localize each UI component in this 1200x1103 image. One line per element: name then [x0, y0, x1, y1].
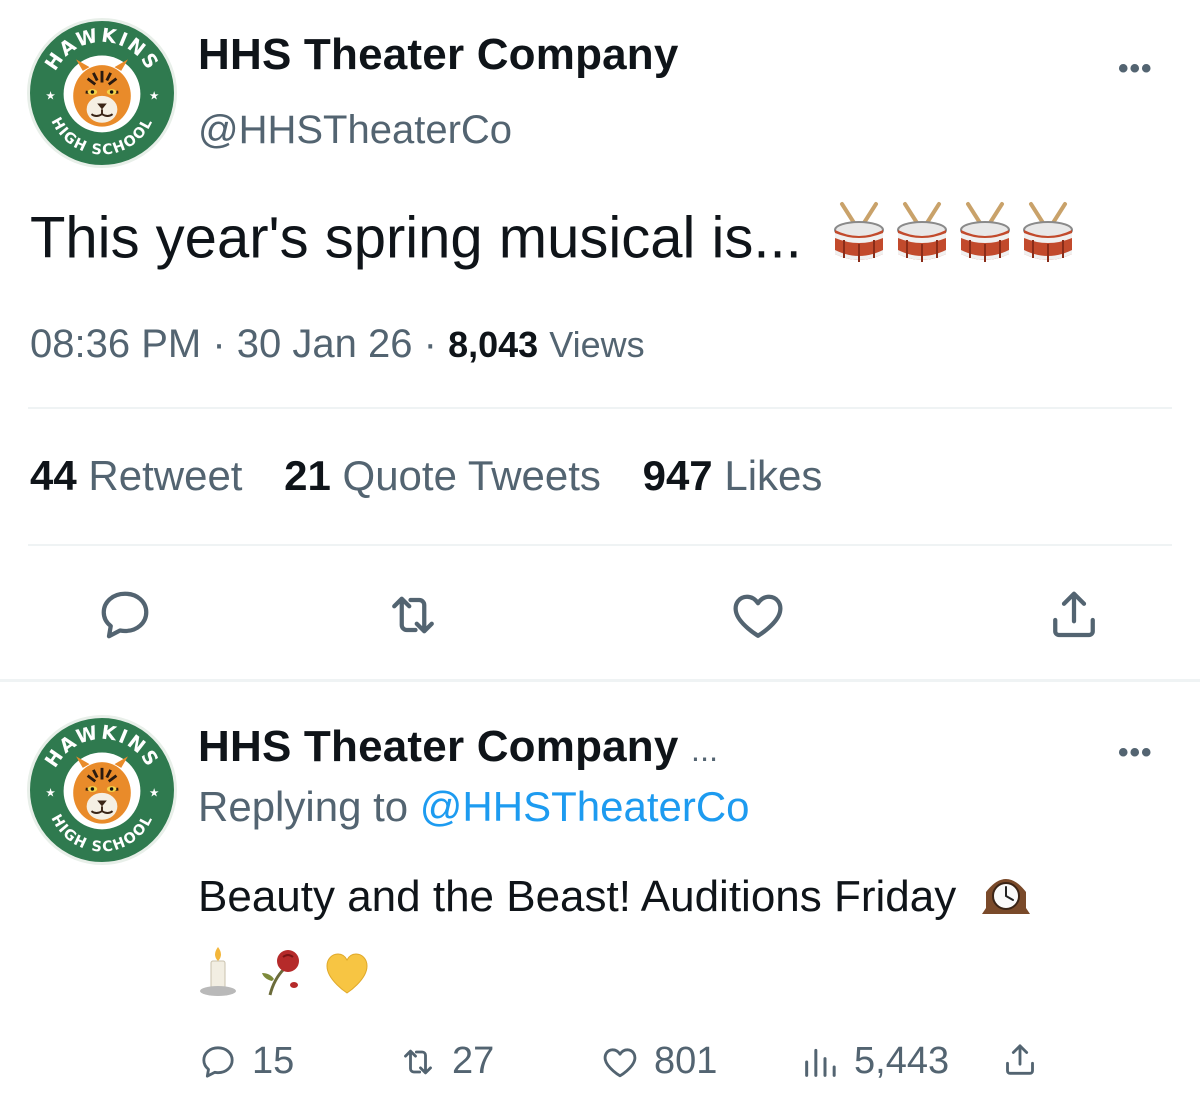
- tweet-text-line: This year's spring musical is...: [30, 200, 1082, 284]
- reply-views-button[interactable]: 5,443: [800, 1040, 949, 1083]
- divider: [28, 544, 1172, 546]
- reply-icon: [101, 591, 149, 639]
- replying-to-line: Replying to @HHSTheaterCo: [198, 783, 750, 831]
- svg-text:★: ★: [149, 91, 159, 103]
- yellow-heart-icon: [326, 953, 368, 994]
- author-name[interactable]: HHS Theater Company: [198, 30, 679, 80]
- hawkins-logo-icon: HAWKINS HIGH SCHOOL ★ ★: [32, 720, 172, 860]
- svg-text:★: ★: [45, 91, 55, 103]
- avatar[interactable]: HAWKINS HIGH SCHOOL ★ ★: [27, 18, 177, 168]
- likes-count: 947: [642, 452, 713, 499]
- like-button[interactable]: [728, 585, 788, 645]
- reply-text-line: Beauty and the Beast! Auditions Friday: [198, 870, 1034, 929]
- meta-separator: ·: [212, 322, 226, 366]
- retweet-button[interactable]: [383, 585, 443, 645]
- quotes-count: 21: [284, 452, 331, 499]
- retweet-icon: [392, 596, 434, 634]
- tweet-date[interactable]: 30 Jan 26: [237, 322, 413, 366]
- reply-author-name[interactable]: HHS Theater Company: [198, 722, 679, 771]
- reply-text: Beauty and the Beast! Auditions Friday: [198, 872, 957, 922]
- reply-icon: [202, 1045, 234, 1078]
- svg-text:★: ★: [149, 788, 159, 800]
- reply-retweets-count: 27: [452, 1040, 495, 1082]
- reply-views-count: 5,443: [854, 1040, 950, 1082]
- likes-stat[interactable]: 947 Likes: [643, 452, 823, 499]
- reply-like-button[interactable]: 801: [600, 1040, 717, 1083]
- more-options-button[interactable]: •••: [1118, 52, 1153, 86]
- tweet-stats: 44 Retweet 21 Quote Tweets 947 Likes: [30, 452, 822, 500]
- tweet-text: This year's spring musical is...: [30, 205, 802, 271]
- heart-icon: [733, 594, 783, 638]
- retweet-icon: [404, 1049, 432, 1074]
- reply-retweet-button[interactable]: 27: [398, 1040, 494, 1083]
- reply-replies-button[interactable]: 15: [198, 1040, 294, 1083]
- hawkins-logo-icon: HAWKINS HIGH SCHOOL ★ ★: [32, 23, 172, 163]
- reply-likes-count: 801: [654, 1040, 718, 1082]
- views-label: Views: [549, 324, 645, 365]
- replying-to-handle[interactable]: @HHSTheaterCo: [420, 783, 750, 830]
- likes-label: Likes: [724, 452, 823, 499]
- views-icon: [805, 1048, 836, 1077]
- truncation-ellipsis: ...: [691, 732, 719, 768]
- reply-share-button[interactable]: [1000, 1040, 1040, 1080]
- drum-icon: [833, 202, 1074, 264]
- retweets-label: Retweet: [88, 452, 243, 499]
- replies-count: 15: [252, 1040, 295, 1082]
- quotes-label: Quote Tweets: [342, 452, 601, 499]
- retweets-count: 44: [30, 452, 77, 499]
- tweet-meta: 08:36 PM · 30 Jan 26 · 8,043 Views: [30, 322, 645, 367]
- share-icon: [1053, 591, 1095, 638]
- replying-to-label: Replying to: [198, 783, 409, 830]
- reply-button[interactable]: [95, 585, 155, 645]
- svg-text:★: ★: [45, 788, 55, 800]
- share-icon: [1006, 1044, 1034, 1075]
- author-handle[interactable]: @HHSTheaterCo: [198, 108, 512, 153]
- heart-icon: [603, 1047, 637, 1077]
- candle-icon: [200, 947, 236, 996]
- views-count: 8,043: [448, 324, 539, 365]
- drum-emoji-group: [832, 200, 1082, 284]
- clock-icon: [978, 870, 1034, 929]
- reply-emoji-line: [198, 945, 370, 997]
- retweets-stat[interactable]: 44 Retweet: [30, 452, 242, 499]
- wilted-rose-icon: [262, 950, 299, 996]
- reply-avatar[interactable]: HAWKINS HIGH SCHOOL ★ ★: [27, 715, 177, 865]
- divider: [28, 407, 1172, 409]
- tweet-time[interactable]: 08:36 PM: [30, 322, 201, 366]
- reply-author-name-line: HHS Theater Company ...: [198, 722, 718, 772]
- meta-separator: ·: [423, 322, 437, 366]
- share-button[interactable]: [1044, 585, 1104, 645]
- section-divider: [0, 679, 1200, 682]
- reply-more-options-button[interactable]: •••: [1118, 736, 1153, 770]
- quotes-stat[interactable]: 21 Quote Tweets: [284, 452, 601, 499]
